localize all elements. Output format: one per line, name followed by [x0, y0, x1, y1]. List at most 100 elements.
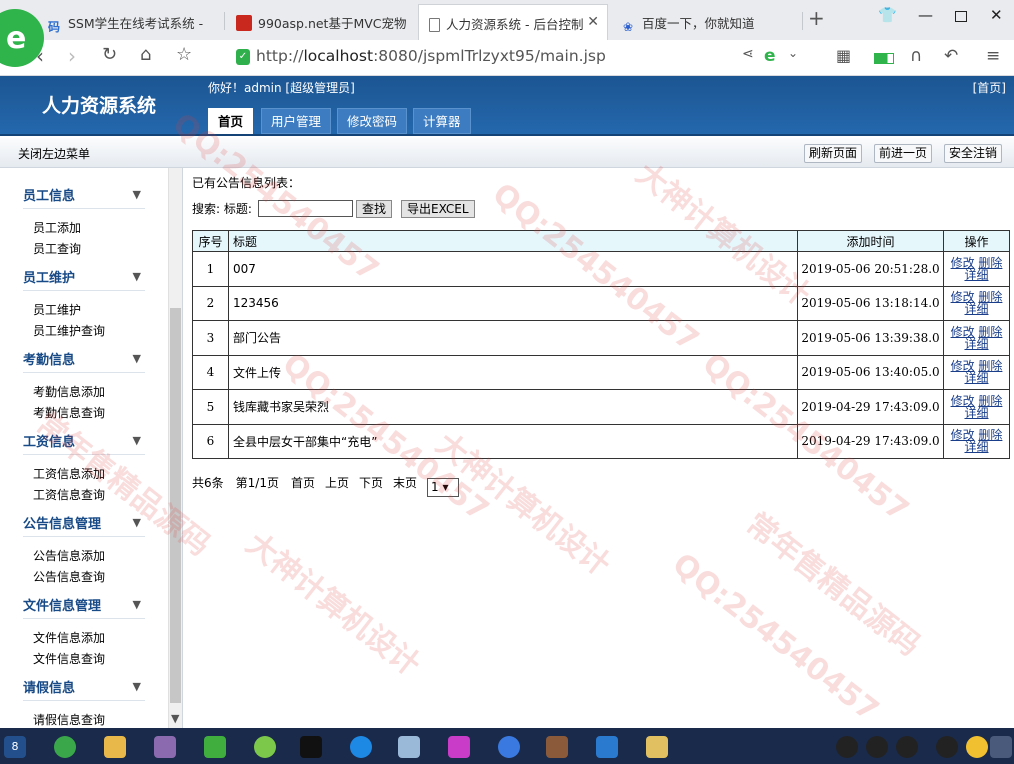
first-page-link[interactable]: 首页: [291, 476, 315, 490]
sidebar-scrollbar[interactable]: ▼: [168, 168, 182, 728]
sidebar-group-employee-maintenance[interactable]: 员工维护 ▼: [23, 268, 145, 291]
tab-home[interactable]: 首页: [208, 108, 254, 134]
column-header: 添加时间: [797, 230, 944, 252]
refresh-page-button[interactable]: 刷新页面: [804, 144, 863, 163]
chevron-down-icon[interactable]: ⌄: [788, 46, 798, 60]
tab-user-management[interactable]: 用户管理: [261, 108, 332, 134]
sidebar-item[interactable]: 考勤信息添加: [33, 383, 105, 400]
scroll-down-icon[interactable]: ▼: [171, 712, 179, 725]
sidebar-item[interactable]: 文件信息添加: [33, 629, 105, 646]
row-time: 2019-05-06 20:51:28.0: [797, 251, 944, 287]
wechat-icon[interactable]: [204, 736, 226, 758]
prev-page-link[interactable]: 上页: [325, 476, 349, 490]
headphone-icon[interactable]: ∩: [910, 46, 922, 66]
qq-icon[interactable]: [936, 736, 958, 758]
new-tab-button[interactable]: +: [808, 6, 830, 30]
tray-icon[interactable]: [966, 736, 988, 758]
star-icon[interactable]: ☆: [176, 44, 192, 65]
url-field[interactable]: http://localhost:8080/jspmlTrlzyxt95/mai…: [256, 47, 606, 65]
sidebar-item[interactable]: 员工查询: [33, 240, 81, 257]
browser-tab-4[interactable]: ❀ 百度一下，你就知道: [610, 4, 800, 40]
sidebar-group-employee-info[interactable]: 员工信息 ▼: [23, 186, 145, 209]
close-tab-icon[interactable]: ✕: [587, 14, 599, 30]
browser-tab-bar: 码 SSM学生在线考试系统 - 990asp.net基于MVC宠物 人力资源系统 …: [0, 0, 1014, 40]
detail-link[interactable]: 详细: [964, 268, 988, 282]
sidebar-item[interactable]: 员工添加: [33, 219, 81, 236]
row-title: 部门公告: [228, 320, 798, 356]
browser-tab-3-active[interactable]: 人力资源系统 - 后台控制 ✕: [418, 4, 608, 40]
close-left-menu-link[interactable]: 关闭左边菜单: [18, 145, 90, 162]
detail-link[interactable]: 详细: [964, 302, 988, 316]
share-icon[interactable]: ⋖: [742, 46, 754, 62]
forward-page-button[interactable]: 前进一页: [874, 144, 933, 163]
qq-icon[interactable]: [836, 736, 858, 758]
detail-link[interactable]: 详细: [964, 371, 988, 385]
qq-icon[interactable]: [896, 736, 918, 758]
tab-change-password[interactable]: 修改密码: [337, 108, 408, 134]
sidebar-menu: 员工信息 ▼ 员工添加 员工查询 员工维护 ▼ 员工维护 员工维护查询 考勤信息 ▼ …: [0, 168, 183, 728]
media-icon[interactable]: [448, 736, 470, 758]
last-page-link[interactable]: 末页: [393, 476, 417, 490]
notepad-icon[interactable]: [398, 736, 420, 758]
browser-tab-1[interactable]: 码 SSM学生在线考试系统 -: [36, 4, 222, 40]
skin-shirt-icon[interactable]: 👕: [878, 6, 897, 24]
browser-tab-title: SSM学生在线考试系统 -: [68, 16, 204, 31]
detail-link[interactable]: 详细: [964, 406, 988, 420]
minimize-icon[interactable]: —: [918, 6, 933, 24]
sidebar-item[interactable]: 文件信息查询: [33, 650, 105, 667]
sidebar-item[interactable]: 公告信息查询: [33, 568, 105, 585]
sidebar-group-files[interactable]: 文件信息管理 ▼: [23, 596, 145, 619]
menu-icon[interactable]: ≡: [986, 46, 1000, 66]
export-excel-button[interactable]: 导出EXCEL: [401, 200, 475, 218]
chat-app-icon[interactable]: [254, 736, 276, 758]
home-icon[interactable]: ⌂: [140, 44, 151, 65]
scrollbar-thumb[interactable]: [170, 308, 181, 703]
sidebar-item[interactable]: 员工维护查询: [33, 322, 105, 339]
tab-calculator[interactable]: 计算器: [413, 108, 471, 134]
browser-tab-title: 人力资源系统 - 后台控制: [446, 17, 584, 32]
news-icon[interactable]: [596, 736, 618, 758]
detail-link[interactable]: 详细: [964, 440, 988, 454]
sidebar-group-announcements[interactable]: 公告信息管理 ▼: [23, 514, 145, 537]
close-window-icon[interactable]: ✕: [990, 6, 1003, 24]
sidebar-item[interactable]: 工资信息查询: [33, 486, 105, 503]
browser-tab-2[interactable]: 990asp.net基于MVC宠物: [226, 4, 412, 40]
title-search-input[interactable]: [258, 200, 353, 217]
file-icon[interactable]: [646, 736, 668, 758]
sidebar-item[interactable]: 请假信息查询: [33, 711, 105, 728]
next-page-link[interactable]: 下页: [359, 476, 383, 490]
home-link[interactable]: [首页]: [973, 79, 1006, 96]
network-icon[interactable]: [990, 736, 1012, 758]
start-icon[interactable]: 8: [4, 736, 26, 758]
page-select[interactable]: 1 ▾: [427, 478, 460, 497]
k-app-icon[interactable]: [498, 736, 520, 758]
game-icon[interactable]: [546, 736, 568, 758]
column-header: 序号: [192, 230, 229, 252]
forward-icon[interactable]: ›: [68, 44, 76, 68]
avatar-app-icon[interactable]: [154, 736, 176, 758]
refresh-icon[interactable]: ↻: [102, 44, 117, 65]
ie-engine-icon[interactable]: e: [764, 46, 776, 66]
sidebar-item[interactable]: 考勤信息查询: [33, 404, 105, 421]
sidebar-group-salary[interactable]: 工资信息 ▼: [23, 432, 145, 455]
undo-icon[interactable]: ↶: [944, 46, 958, 66]
sidebar-item[interactable]: 工资信息添加: [33, 465, 105, 482]
logout-button[interactable]: 安全注销: [944, 144, 1003, 163]
sidebar-group-attendance[interactable]: 考勤信息 ▼: [23, 350, 145, 373]
qq-icon[interactable]: [866, 736, 888, 758]
find-button[interactable]: 查找: [356, 200, 393, 218]
expand-arrow-icon: ▼: [132, 516, 141, 529]
sidebar-item[interactable]: 员工维护: [33, 301, 81, 318]
sidebar-group-leave[interactable]: 请假信息 ▼: [23, 678, 145, 701]
detail-link[interactable]: 详细: [964, 337, 988, 351]
sidebar-item[interactable]: 公告信息添加: [33, 547, 105, 564]
maximize-icon[interactable]: [955, 11, 967, 22]
folder-icon[interactable]: [104, 736, 126, 758]
terminal-icon[interactable]: [300, 736, 322, 758]
table-row: 1 007 2019-05-06 20:51:28.0 修改 删除 详细: [192, 251, 1010, 287]
grid-apps-icon[interactable]: ▦: [836, 46, 851, 65]
baidu-paw-icon: ❀: [622, 20, 634, 34]
teamviewer-icon[interactable]: [350, 736, 372, 758]
pagination: 共6条 第1/1页 首页 上页 下页 末页 1 ▾: [192, 474, 471, 497]
360-browser-icon[interactable]: [54, 736, 76, 758]
